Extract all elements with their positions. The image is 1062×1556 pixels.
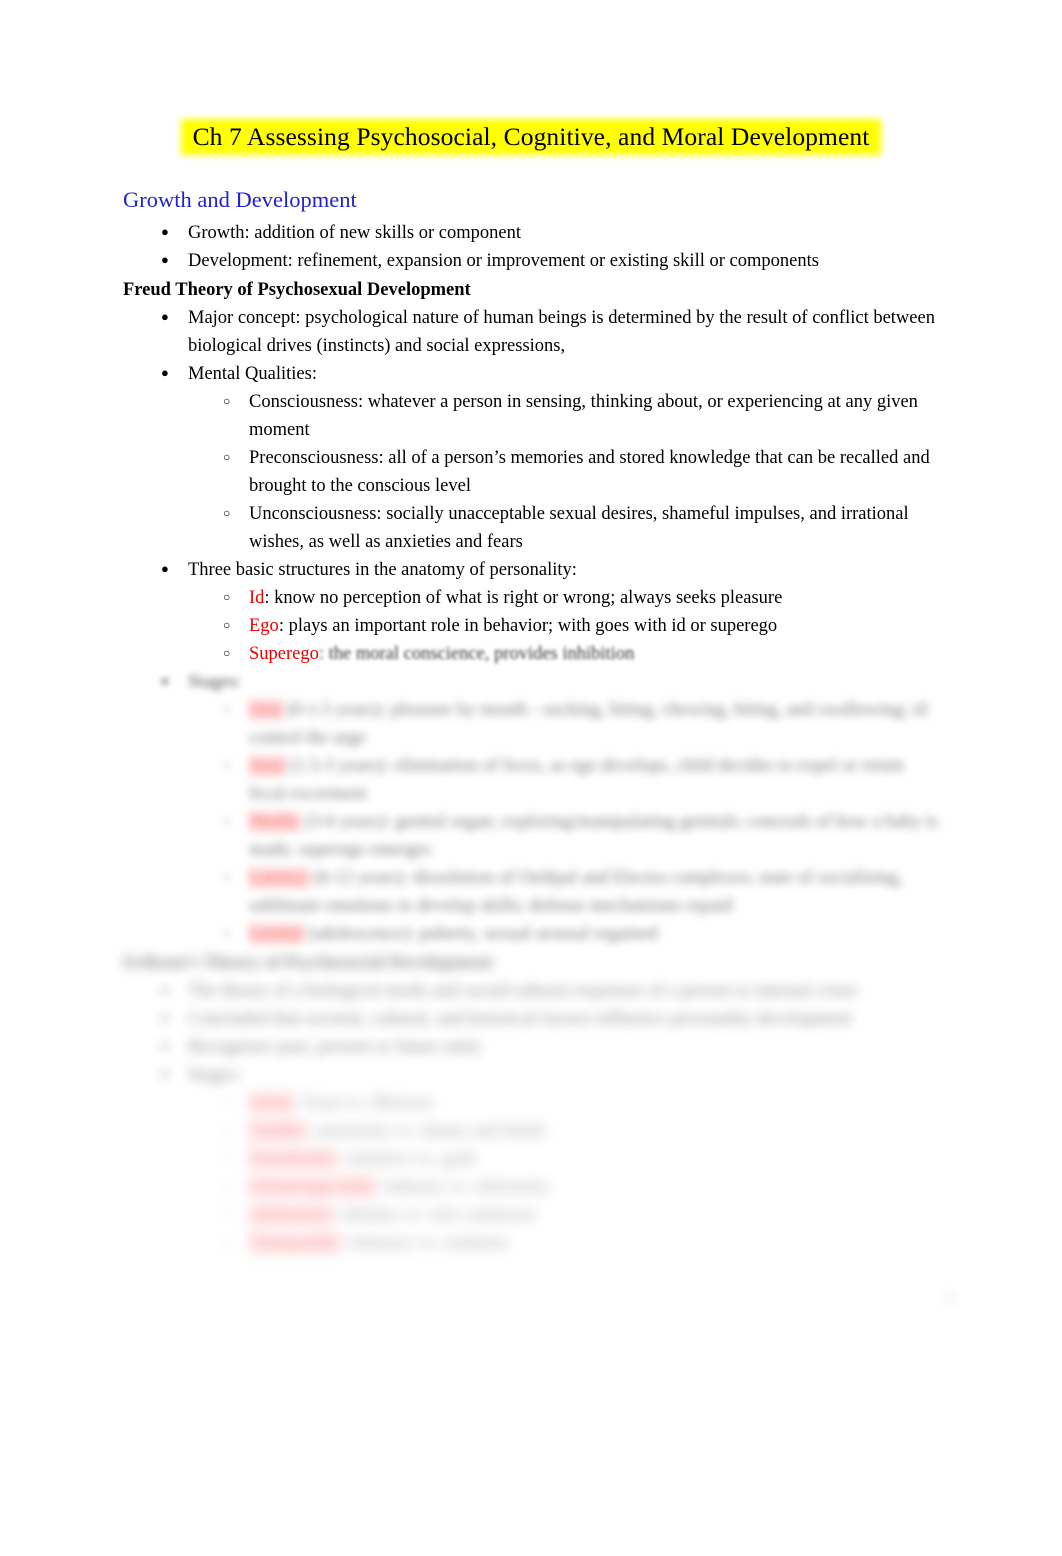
stage-term: School-age child	[249, 1177, 374, 1197]
freud-stages-list: Oral (0-1.5 years): pleasure by mouth - …	[123, 695, 939, 948]
stage-term: Adolescent	[249, 1205, 333, 1225]
list-item: Stages:	[123, 1060, 939, 1089]
term-definition: : plays an important role in behavior; w…	[278, 616, 778, 636]
term-definition: : the moral conscience, provides inhibit…	[318, 644, 635, 664]
document-title-container: Ch 7 Assessing Psychosocial, Cognitive, …	[0, 118, 1062, 157]
list-item: Preconsciousness: all of a person’s memo…	[123, 443, 939, 500]
stage-description: : Trust vs. Mistrust	[293, 1093, 434, 1113]
bullet-text: Consciousness: whatever a person in sens…	[249, 392, 918, 440]
term-definition: : know no perception of what is right or…	[264, 588, 783, 608]
list-item: Toddler: autonomy vs. shame and doubt	[123, 1116, 939, 1145]
stage-description: (3-6 years): genital organ; exploring/ma…	[249, 812, 939, 860]
stage-description: : identity vs. role confusion	[332, 1205, 536, 1225]
bullet-text: Unconsciousness: socially unacceptable s…	[249, 504, 909, 552]
stage-term: Genital	[249, 924, 304, 944]
stage-description: (0-1.5 years): pleasure by mouth - sucki…	[249, 700, 928, 748]
list-item: Recognizes past, present or future unity	[123, 1032, 939, 1061]
list-item: The theory of a biological needs and soc…	[123, 976, 939, 1005]
list-item: Young adult: intimacy vs. isolation	[123, 1228, 939, 1257]
section-heading-freud-theory: Freud Theory of Psychosexual Development	[123, 280, 471, 300]
list-item: Phallic (3-6 years): genital organ; expl…	[123, 807, 939, 864]
section-heading-erikson-theory: Erikson’s Theory of Psychosocial Develop…	[123, 953, 493, 973]
list-item: Preschooler: initiative vs. guilt	[123, 1144, 939, 1173]
term-id: Id	[249, 588, 265, 608]
stage-term: Preschooler	[249, 1149, 337, 1169]
freud-bullet-list: Major concept: psychological nature of h…	[123, 303, 939, 388]
stage-description: : intimacy vs. isolation	[339, 1233, 508, 1253]
stage-term: Toddler	[249, 1121, 307, 1141]
list-item: Genital (adolescence): puberty, sexual a…	[123, 919, 939, 948]
personality-structures-list: Three basic structures in the anatomy of…	[123, 555, 939, 584]
term-ego: Ego	[249, 616, 279, 636]
stage-term: Oral	[249, 700, 282, 720]
stage-term: Anal	[249, 756, 285, 776]
stage-term: Latency	[249, 868, 309, 888]
freud-stages-label-list: Stages:	[123, 667, 939, 696]
stage-term: Young adult	[249, 1233, 340, 1253]
list-item: School-age child: industry vs. inferiori…	[123, 1172, 939, 1201]
bullet-text: Preconsciousness: all of a person’s memo…	[249, 448, 930, 496]
list-item: Concluded that societal, cultural, and h…	[123, 1004, 939, 1033]
bullet-text: Three basic structures in the anatomy of…	[188, 560, 577, 580]
bullet-text: Concluded that societal, cultural, and h…	[188, 1009, 853, 1029]
list-item: Mental Qualities:	[123, 359, 939, 388]
mental-qualities-list: Consciousness: whatever a person in sens…	[123, 387, 939, 556]
list-item: Consciousness: whatever a person in sens…	[123, 387, 939, 444]
list-item: Superego: the moral conscience, provides…	[123, 639, 939, 668]
list-item: Growth: addition of new skills or compon…	[123, 218, 939, 247]
document-page: Ch 7 Assessing Psychosocial, Cognitive, …	[0, 0, 1062, 1556]
list-item: Id: know no perception of what is right …	[123, 583, 939, 612]
page-number: 1	[945, 1288, 955, 1307]
bullet-text: Growth: addition of new skills or compon…	[188, 223, 521, 243]
bullet-text: Major concept: psychological nature of h…	[188, 308, 935, 356]
stage-term: Phallic	[249, 812, 301, 832]
stage-description: : initiative vs. guilt	[336, 1149, 477, 1169]
list-item: Oral (0-1.5 years): pleasure by mouth - …	[123, 695, 939, 752]
term-superego: Superego	[249, 644, 319, 664]
list-item: Major concept: psychological nature of h…	[123, 303, 939, 360]
stage-description: (adolescence): puberty, sexual arousal r…	[303, 924, 658, 944]
stage-description: (6-12 years): dissolution of Oedipal and…	[249, 868, 903, 916]
stage-description: : industry vs. inferiority	[373, 1177, 550, 1197]
structure-terms-list: Id: know no perception of what is right …	[123, 583, 939, 668]
stage-term: Infant	[249, 1093, 294, 1113]
page-title: Ch 7 Assessing Psychosocial, Cognitive, …	[192, 122, 870, 151]
list-item: Anal (1.5-3 years): elimination of feces…	[123, 751, 939, 808]
section-heading-growth-and-development: Growth and Development	[123, 187, 357, 212]
list-item: Stages:	[123, 667, 939, 696]
bullet-text: Stages:	[188, 1065, 242, 1085]
list-item: Infant: Trust vs. Mistrust	[123, 1088, 939, 1117]
document-title-highlight: Ch 7 Assessing Psychosocial, Cognitive, …	[181, 118, 882, 157]
erikson-bullet-list: The theory of a biological needs and soc…	[123, 976, 939, 1089]
list-item: Latency (6-12 years): dissolution of Oed…	[123, 863, 939, 920]
bullet-text: The theory of a biological needs and soc…	[188, 981, 858, 1001]
growth-bullet-list: Growth: addition of new skills or compon…	[123, 218, 939, 275]
stage-description: : autonomy vs. shame and doubt	[306, 1121, 546, 1141]
bullet-text: Development: refinement, expansion or im…	[188, 251, 819, 271]
stage-description: (1.5-3 years): elimination of feces, as …	[249, 756, 904, 804]
list-item: Unconsciousness: socially unacceptable s…	[123, 499, 939, 556]
list-item: Development: refinement, expansion or im…	[123, 246, 939, 275]
bullet-text: Mental Qualities:	[188, 364, 317, 384]
list-item: Adolescent: identity vs. role confusion	[123, 1200, 939, 1229]
bullet-text: Stages:	[188, 672, 242, 692]
erikson-stages-list: Infant: Trust vs. Mistrust Toddler: auto…	[123, 1088, 939, 1257]
document-body: Growth and Development Growth: addition …	[123, 185, 939, 1257]
list-item: Three basic structures in the anatomy of…	[123, 555, 939, 584]
list-item: Ego: plays an important role in behavior…	[123, 611, 939, 640]
bullet-text: Recognizes past, present or future unity	[188, 1037, 482, 1057]
